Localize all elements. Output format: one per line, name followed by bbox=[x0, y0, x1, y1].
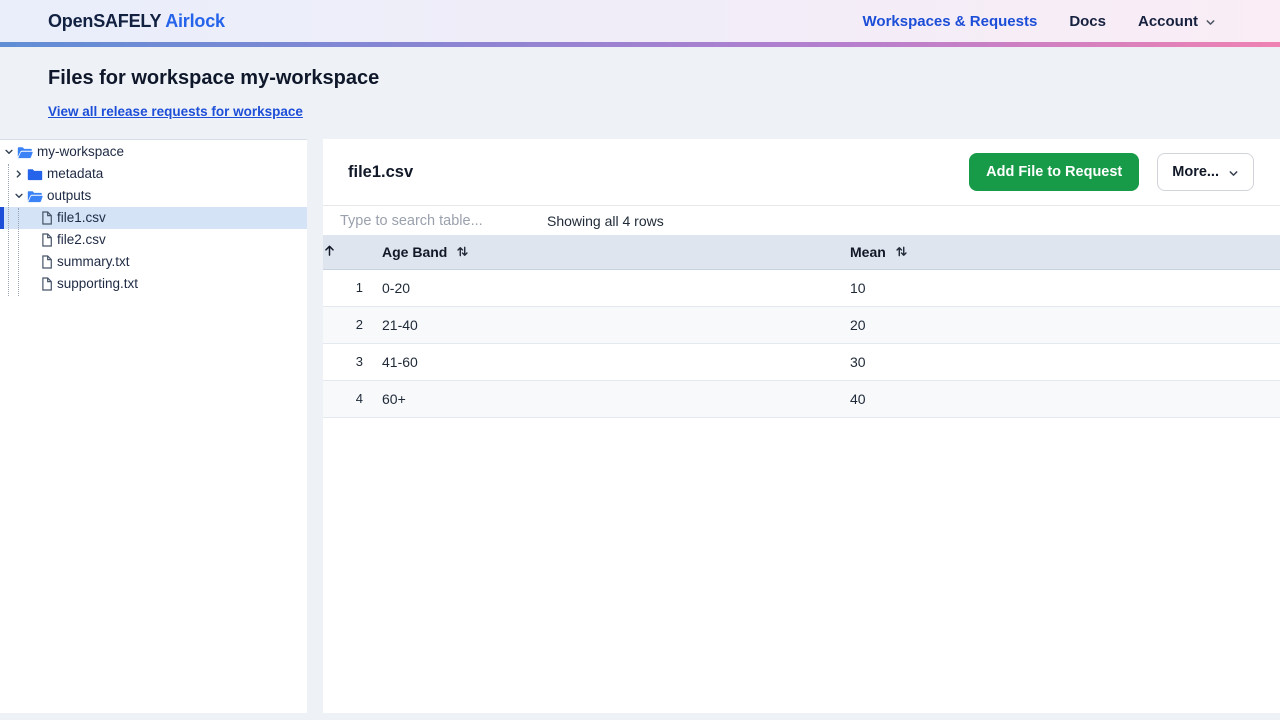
row-number-column-header[interactable] bbox=[323, 235, 369, 270]
tree-item-label: file1.csv bbox=[57, 210, 106, 225]
row-number: 1 bbox=[323, 269, 369, 307]
table-row: 1 0-20 10 bbox=[323, 269, 1280, 307]
chevron-down-icon bbox=[1205, 17, 1216, 28]
more-button-label: More... bbox=[1172, 164, 1219, 180]
file-icon bbox=[41, 255, 53, 269]
tree-item-my-workspace[interactable]: my-workspace bbox=[0, 141, 307, 163]
file-tree: my-workspace metadata outputs file1.csv … bbox=[0, 141, 307, 296]
sort-ascending-icon bbox=[323, 244, 336, 257]
view-release-requests-link[interactable]: View all release requests for workspace bbox=[48, 104, 303, 119]
table-header-row: Age Band Mean bbox=[323, 235, 1280, 270]
nav-account-label: Account bbox=[1138, 12, 1198, 30]
tree-guide-line bbox=[8, 164, 9, 296]
folder-closed-icon bbox=[27, 168, 43, 181]
file-panel-header: file1.csv Add File to Request More... bbox=[323, 139, 1280, 206]
table-row: 3 41-60 30 bbox=[323, 343, 1280, 381]
sort-toggle-icon bbox=[456, 245, 469, 258]
csv-data-table: Age Band Mean 1 0-20 10 2 21-40 20 3 41-… bbox=[323, 235, 1280, 418]
tree-item-label: summary.txt bbox=[57, 254, 130, 269]
file-title: file1.csv bbox=[348, 162, 414, 181]
tree-item-label: my-workspace bbox=[37, 144, 125, 159]
column-header-mean[interactable]: Mean bbox=[837, 235, 1280, 270]
more-actions-button[interactable]: More... bbox=[1157, 153, 1254, 191]
tree-guide-line bbox=[18, 208, 19, 296]
file-panel: file1.csv Add File to Request More... Sh… bbox=[323, 139, 1280, 713]
page-title: Files for workspace my-workspace bbox=[48, 67, 380, 89]
cell-age-band: 0-20 bbox=[369, 269, 837, 307]
row-count-status: Showing all 4 rows bbox=[547, 212, 664, 229]
table-row: 2 21-40 20 bbox=[323, 306, 1280, 344]
cell-mean: 20 bbox=[837, 306, 1280, 344]
row-number: 2 bbox=[323, 306, 369, 344]
cell-mean: 30 bbox=[837, 343, 1280, 381]
table-row: 4 60+ 40 bbox=[323, 380, 1280, 418]
cell-age-band: 60+ bbox=[369, 380, 837, 418]
column-header-age-band[interactable]: Age Band bbox=[369, 235, 837, 270]
cell-age-band: 21-40 bbox=[369, 306, 837, 344]
file-icon bbox=[41, 233, 53, 247]
file-icon bbox=[41, 277, 53, 291]
tree-item-label: supporting.txt bbox=[57, 276, 139, 291]
tree-item-summary-txt[interactable]: summary.txt bbox=[0, 251, 307, 273]
nav-workspaces-requests[interactable]: Workspaces & Requests bbox=[863, 13, 1038, 30]
tree-item-label: metadata bbox=[47, 166, 104, 181]
cell-mean: 40 bbox=[837, 380, 1280, 418]
column-label: Mean bbox=[850, 243, 886, 260]
file-actions: Add File to Request More... bbox=[969, 153, 1254, 191]
tree-item-label: outputs bbox=[47, 188, 92, 203]
tree-item-supporting-txt[interactable]: supporting.txt bbox=[0, 273, 307, 295]
chevron-down-icon bbox=[1228, 168, 1239, 179]
chevron-down-icon bbox=[13, 191, 24, 201]
table-search-input[interactable] bbox=[340, 212, 547, 229]
brand-primary: OpenSAFELY bbox=[48, 10, 162, 31]
row-number: 3 bbox=[323, 343, 369, 381]
tree-item-metadata[interactable]: metadata bbox=[0, 163, 307, 185]
cell-mean: 10 bbox=[837, 269, 1280, 307]
chevron-right-icon bbox=[13, 169, 24, 179]
file-tree-sidebar: my-workspace metadata outputs file1.csv … bbox=[0, 139, 307, 713]
page-header: Files for workspace my-workspace View al… bbox=[0, 47, 1280, 139]
column-label: Age Band bbox=[382, 243, 448, 260]
brand-secondary: Airlock bbox=[165, 10, 225, 31]
top-navigation: OpenSAFELY Airlock Workspaces & Requests… bbox=[0, 0, 1280, 42]
brand-logo[interactable]: OpenSAFELY Airlock bbox=[48, 11, 225, 32]
tree-item-label: file2.csv bbox=[57, 232, 106, 247]
sort-toggle-icon bbox=[895, 245, 908, 258]
nav-docs[interactable]: Docs bbox=[1069, 13, 1106, 30]
folder-open-icon bbox=[17, 146, 33, 159]
tree-item-file2-csv[interactable]: file2.csv bbox=[0, 229, 307, 251]
tree-item-file1-csv[interactable]: file1.csv bbox=[0, 207, 307, 229]
file-icon bbox=[41, 211, 53, 225]
cell-age-band: 41-60 bbox=[369, 343, 837, 381]
content-area: my-workspace metadata outputs file1.csv … bbox=[0, 139, 1280, 713]
nav-links: Workspaces & Requests Docs Account bbox=[863, 13, 1216, 30]
table-controls: Showing all 4 rows bbox=[323, 206, 1280, 235]
folder-open-icon bbox=[27, 190, 43, 203]
chevron-down-icon bbox=[3, 147, 14, 157]
tree-item-outputs[interactable]: outputs bbox=[0, 185, 307, 207]
nav-account-menu[interactable]: Account bbox=[1138, 13, 1216, 30]
row-number: 4 bbox=[323, 380, 369, 418]
add-file-to-request-button[interactable]: Add File to Request bbox=[969, 153, 1140, 191]
